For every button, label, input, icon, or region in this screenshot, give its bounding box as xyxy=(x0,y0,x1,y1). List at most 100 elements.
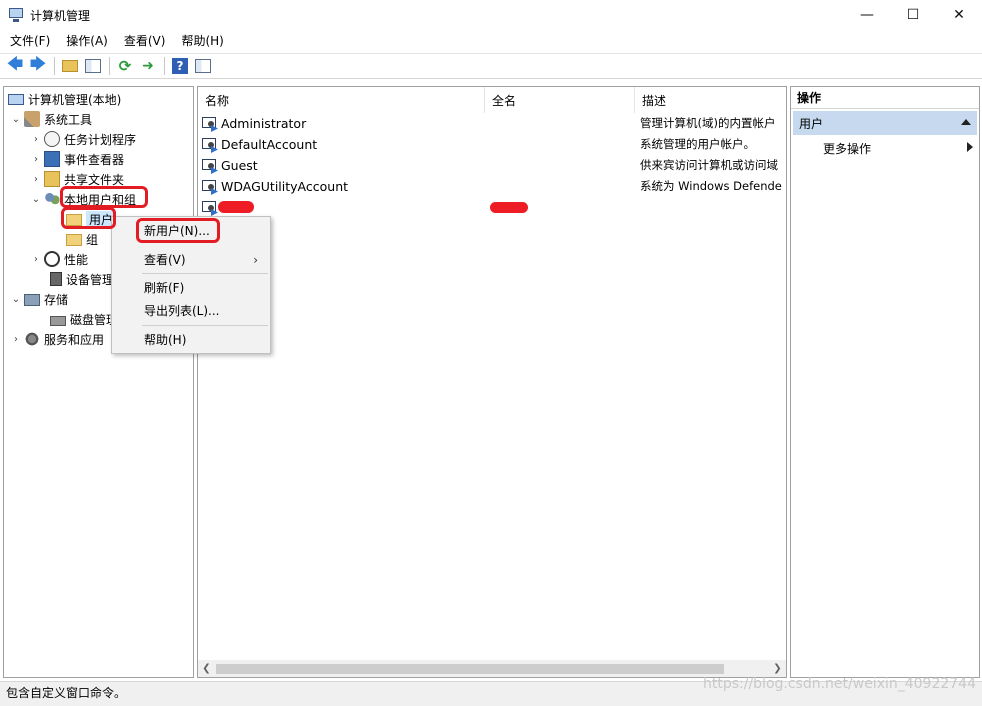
watermark: https://blog.csdn.net/weixin_40922744 xyxy=(702,676,976,692)
menu-item-refresh[interactable]: 刷新(F) xyxy=(112,277,270,299)
scroll-left-icon[interactable]: ❮ xyxy=(198,660,215,677)
scrollbar-thumb[interactable] xyxy=(216,664,724,674)
table-row[interactable]: Guest 供来宾访问计算机或访问域 xyxy=(198,155,786,176)
user-icon xyxy=(202,179,218,195)
console-tree: 计算机管理(本地) ⌄ 系统工具 › 任务计划程序 › 事件查看器 › 共享文件… xyxy=(3,86,194,678)
refresh-button[interactable]: ⟳ xyxy=(114,56,136,76)
table-row[interactable]: DefaultAccount 系统管理的用户帐户。 xyxy=(198,134,786,155)
tree-item-label: 共享文件夹 xyxy=(64,172,125,187)
chevron-down-icon[interactable]: ⌄ xyxy=(10,114,22,125)
column-header-name[interactable]: 名称 xyxy=(198,87,485,113)
table-row[interactable] xyxy=(198,197,786,218)
event-viewer-icon xyxy=(44,151,60,167)
toolbar-separator xyxy=(109,57,110,75)
column-header-fullname[interactable]: 全名 xyxy=(485,87,635,113)
tree-item-device-manager[interactable]: 设备管理 xyxy=(48,269,114,289)
user-description: 供来宾访问计算机或访问域 xyxy=(640,158,778,172)
more-actions-link[interactable]: 更多操作 xyxy=(823,140,871,157)
chevron-right-icon[interactable]: › xyxy=(30,174,42,185)
tree-item-root[interactable]: 计算机管理(本地) xyxy=(6,89,121,109)
menu-help[interactable]: 帮助(H) xyxy=(173,30,231,52)
minimize-button[interactable]: — xyxy=(844,0,890,30)
menu-file[interactable]: 文件(F) xyxy=(2,30,58,52)
computer-management-icon xyxy=(8,7,24,23)
user-name: Administrator xyxy=(221,116,307,131)
maximize-button[interactable]: ☐ xyxy=(890,0,936,30)
menu-action[interactable]: 操作(A) xyxy=(58,30,116,52)
chevron-right-icon[interactable]: › xyxy=(30,134,42,145)
tools-icon xyxy=(24,111,40,127)
export-list-button[interactable]: ➜ xyxy=(137,56,159,76)
menu-item-help[interactable]: 帮助(H) xyxy=(112,329,270,351)
computer-icon xyxy=(8,94,24,105)
chevron-right-icon[interactable]: › xyxy=(30,154,42,165)
tree-item-label: 组 xyxy=(86,232,99,247)
user-fullname xyxy=(490,134,630,155)
tree-item-label: 事件查看器 xyxy=(64,152,125,167)
chevron-down-icon[interactable]: ⌄ xyxy=(30,194,42,205)
menu-bar: 文件(F) 操作(A) 查看(V) 帮助(H) xyxy=(0,30,982,52)
menu-item-view[interactable]: 查看(V) › xyxy=(112,249,270,271)
tree-item-groups[interactable]: 组 xyxy=(64,229,98,249)
arrow-left-icon: 🡄 xyxy=(6,53,24,73)
clock-icon xyxy=(44,131,60,147)
context-menu: 新用户(N)... 查看(V) › 刷新(F) 导出列表(L)... 帮助(H) xyxy=(111,216,271,354)
menu-item-new-user[interactable]: 新用户(N)... xyxy=(112,220,270,242)
user-description: 管理计算机(域)的内置帐户 xyxy=(640,116,776,130)
help-button[interactable]: ? xyxy=(169,56,191,76)
services-icon xyxy=(24,331,40,347)
tree-item-performance[interactable]: › 性能 xyxy=(30,249,88,269)
menu-view[interactable]: 查看(V) xyxy=(116,30,174,52)
show-hide-action-pane-button[interactable] xyxy=(192,56,214,76)
user-list-pane: 名称 全名 描述 Administrator 管理计算机(域)的内置帐户 Def… xyxy=(197,86,787,678)
tree-item-services-apps[interactable]: › 服务和应用 xyxy=(10,329,104,349)
action-pane-icon xyxy=(195,59,211,73)
submenu-arrow-icon: › xyxy=(253,253,258,267)
column-header-description[interactable]: 描述 xyxy=(635,87,786,113)
chevron-down-icon[interactable]: ⌄ xyxy=(10,294,22,305)
up-level-button[interactable] xyxy=(59,56,81,76)
tree-item-label: 任务计划程序 xyxy=(64,132,137,147)
tree-item-storage[interactable]: ⌄ 存储 xyxy=(10,289,68,309)
user-icon xyxy=(202,158,218,174)
device-manager-icon xyxy=(50,272,62,286)
actions-title: 操作 xyxy=(791,87,979,109)
menu-item-export-list[interactable]: 导出列表(L)... xyxy=(112,300,270,322)
tree-item-users[interactable]: 用户 xyxy=(64,209,117,229)
close-button[interactable]: ✕ xyxy=(936,0,982,30)
user-name: WDAGUtilityAccount xyxy=(221,179,349,194)
export-icon: ➜ xyxy=(142,58,154,74)
horizontal-scrollbar[interactable]: ❮ ❯ xyxy=(198,660,786,677)
show-hide-tree-button[interactable] xyxy=(82,56,104,76)
scroll-right-icon[interactable]: ❯ xyxy=(769,660,786,677)
tree-item-local-users-groups[interactable]: ⌄ 本地用户和组 xyxy=(30,189,136,209)
user-fullname xyxy=(490,155,630,176)
tree-item-label: 性能 xyxy=(64,252,89,267)
user-description: 系统为 Windows Defende xyxy=(640,179,782,193)
tree-item-task-scheduler[interactable]: › 任务计划程序 xyxy=(30,129,136,149)
table-row[interactable]: WDAGUtilityAccount 系统为 Windows Defende xyxy=(198,176,786,197)
back-button[interactable]: 🡄 xyxy=(4,54,26,76)
tree-item-label: 本地用户和组 xyxy=(64,192,137,207)
chevron-right-icon[interactable]: › xyxy=(30,254,42,265)
tree-item-shared-folders[interactable]: › 共享文件夹 xyxy=(30,169,124,189)
tree-item-disk-management[interactable]: 磁盘管理 xyxy=(48,309,118,329)
help-icon: ? xyxy=(172,58,188,74)
forward-button[interactable]: 🡆 xyxy=(27,54,49,76)
collapse-up-icon[interactable] xyxy=(961,119,971,125)
title-bar: 计算机管理 — ☐ ✕ xyxy=(0,0,982,30)
table-row[interactable]: Administrator 管理计算机(域)的内置帐户 xyxy=(198,113,786,134)
tree-item-label: 服务和应用 xyxy=(44,332,105,347)
submenu-arrow-icon[interactable] xyxy=(967,142,973,152)
tree-item-system-tools[interactable]: ⌄ 系统工具 xyxy=(10,109,92,129)
redaction-mark xyxy=(218,201,254,213)
actions-pane: 操作 用户 更多操作 xyxy=(790,86,980,678)
user-icon xyxy=(202,116,218,132)
toolbar: 🡄 🡆 ⟳ ➜ ? xyxy=(0,53,982,79)
chevron-right-icon[interactable]: › xyxy=(10,334,22,345)
menu-item-label: 查看(V) xyxy=(144,253,186,267)
user-fullname xyxy=(490,113,630,134)
tree-item-event-viewer[interactable]: › 事件查看器 xyxy=(30,149,124,169)
actions-section-users[interactable]: 用户 xyxy=(793,111,977,135)
tree-item-label: 存储 xyxy=(44,292,69,307)
